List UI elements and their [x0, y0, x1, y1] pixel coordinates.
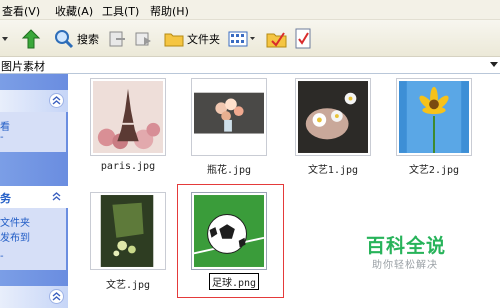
image-thumbnail [298, 81, 368, 153]
file-name[interactable]: 文艺1.jpg [283, 161, 383, 176]
image-thumbnail [399, 81, 469, 153]
menu-bar: 查看(V) 收藏(A) 工具(T) 帮助(H) [0, 0, 500, 20]
favorites-folder-button[interactable] [266, 20, 288, 57]
copy-to-button[interactable] [107, 20, 127, 57]
panel-body-1: 看 - [0, 112, 66, 152]
menu-help[interactable]: 帮助(H) [150, 3, 189, 19]
address-value: 图片素材 [1, 60, 45, 73]
move-to-icon [135, 32, 151, 45]
menu-favorites[interactable]: 收藏(A) [55, 3, 93, 19]
task-pane: 看 - 务 文件夹 发布到 - [0, 74, 68, 308]
document-check-icon [295, 28, 311, 48]
chevron-down-icon[interactable] [490, 62, 498, 68]
toolbar: 搜索 文件夹 [0, 20, 500, 57]
file-name[interactable]: 瓶花.jpg [179, 161, 279, 176]
views-button[interactable] [228, 20, 256, 57]
watermark-title: 百科全说 [366, 235, 447, 257]
file-name[interactable]: paris.jpg [78, 161, 178, 172]
watermark-subtitle: 助你轻松解决 [372, 260, 438, 271]
thumbnail-art-2[interactable] [396, 78, 472, 156]
task-link[interactable]: - [0, 251, 4, 262]
task-link[interactable]: 发布到 [0, 229, 30, 244]
thumbnail-art-1[interactable] [295, 78, 371, 156]
properties-button[interactable] [294, 20, 312, 57]
panel-header-2[interactable]: 务 [0, 186, 68, 208]
chevron-up-double-icon [52, 292, 61, 301]
folders-label: 文件夹 [187, 32, 220, 46]
views-icon [228, 31, 255, 46]
task-link[interactable]: 看 [0, 118, 10, 133]
image-thumbnail [194, 81, 264, 153]
thumbnail-art[interactable] [90, 192, 166, 270]
back-dropdown-button[interactable] [0, 20, 10, 57]
image-thumbnail [93, 195, 163, 267]
file-name[interactable]: 文艺2.jpg [384, 161, 484, 176]
panel-header-3[interactable] [0, 286, 68, 308]
rename-field[interactable]: 足球.png [209, 273, 260, 290]
address-bar[interactable]: 图片素材 [0, 57, 500, 74]
folder-icon [164, 33, 184, 46]
panel-title: 务 [0, 192, 11, 205]
panel-body-2: 文件夹 发布到 - [0, 208, 66, 270]
chevron-down-icon [2, 36, 8, 41]
search-button[interactable]: 搜索 [54, 20, 99, 57]
chevron-up-double-icon[interactable] [52, 192, 61, 201]
file-name[interactable]: 文艺.jpg [78, 276, 178, 291]
collapse-button[interactable] [49, 93, 64, 108]
menu-view[interactable]: 查看(V) [2, 3, 40, 19]
folders-button[interactable]: 文件夹 [164, 20, 220, 57]
menu-tools[interactable]: 工具(T) [102, 3, 139, 19]
favorites-folder-icon [266, 31, 287, 47]
search-label: 搜索 [77, 32, 99, 46]
chevron-up-double-icon [52, 96, 61, 105]
image-thumbnail [93, 81, 163, 153]
search-icon [55, 29, 74, 48]
panel-header-1[interactable] [0, 90, 68, 112]
up-folder-button[interactable] [20, 20, 42, 57]
task-link[interactable]: - [0, 132, 4, 143]
thumbnail-paris[interactable] [90, 78, 166, 156]
copy-to-icon [109, 31, 125, 46]
up-arrow-icon [21, 28, 41, 48]
task-link[interactable]: 文件夹 [0, 214, 30, 229]
thumbnail-vase-flowers[interactable] [191, 78, 267, 156]
move-to-button[interactable] [133, 20, 153, 57]
